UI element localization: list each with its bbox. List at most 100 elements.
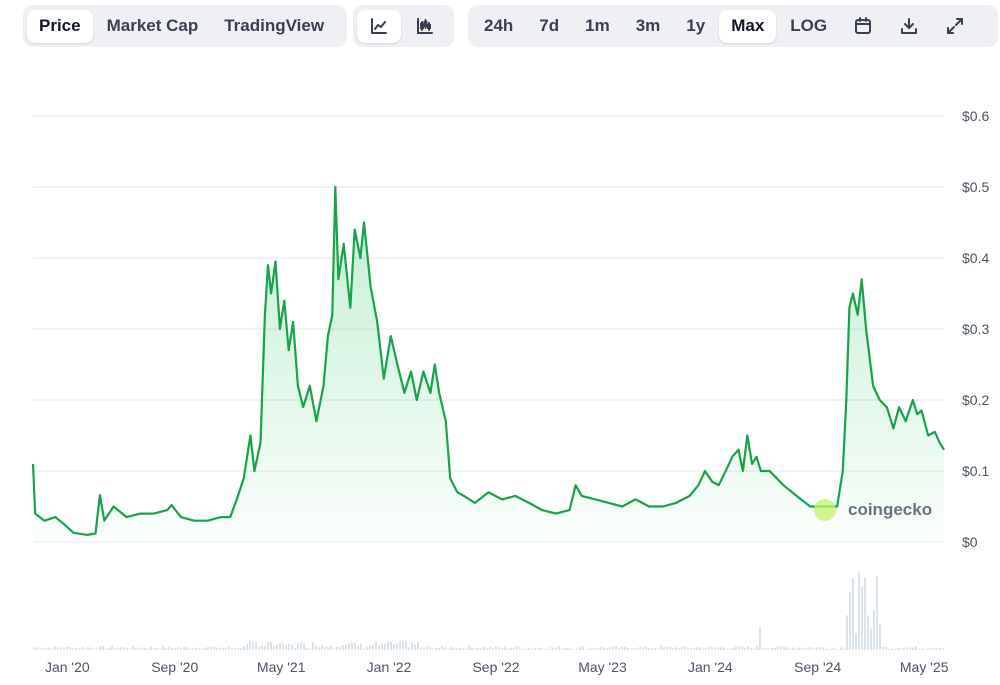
volume-bar xyxy=(933,648,935,650)
price-chart[interactable]: $0 $0.1 $0.2 $0.3 $0.4 $0.5 $0.6 coingecko Jan… xyxy=(0,0,1000,685)
volume-bar xyxy=(420,647,422,650)
volume-bar xyxy=(423,647,425,650)
volume-bar xyxy=(618,647,620,650)
volume-bar xyxy=(549,646,551,650)
volume-bar xyxy=(120,647,122,650)
volume-bar xyxy=(243,645,245,650)
volume-bar xyxy=(720,647,722,650)
volume-bar xyxy=(915,646,917,650)
volume-bar xyxy=(66,646,68,650)
volume-bar xyxy=(606,648,608,650)
volume-bar xyxy=(519,647,521,650)
volume-bar xyxy=(936,648,938,650)
volume-bar xyxy=(522,648,524,650)
volume-bar xyxy=(888,648,890,650)
volume-bar xyxy=(876,576,878,650)
volume-bar xyxy=(777,646,779,650)
volume-bar xyxy=(765,648,767,650)
volume-bar xyxy=(267,642,269,650)
x-tick-label: Jan '24 xyxy=(688,659,733,675)
volume-bar xyxy=(264,645,266,650)
volume-bar xyxy=(114,648,116,650)
volume-bar xyxy=(816,647,818,650)
volume-bar xyxy=(570,647,572,650)
volume-bar xyxy=(621,646,623,650)
volume-bar xyxy=(174,648,176,650)
volume-bar xyxy=(840,647,842,650)
volume-bar xyxy=(375,641,377,650)
volume-bar xyxy=(231,647,233,650)
volume-bar xyxy=(129,648,131,650)
volume-bar xyxy=(162,646,164,650)
volume-bar xyxy=(378,644,380,650)
volume-bar xyxy=(87,647,89,650)
volume-bar xyxy=(597,648,599,650)
volume-bar xyxy=(858,571,860,650)
volume-bar xyxy=(939,648,941,650)
volume-bar xyxy=(150,646,152,650)
volume-bar xyxy=(297,642,299,650)
volume-bar xyxy=(123,646,125,650)
volume-bar xyxy=(693,647,695,650)
volume-bar xyxy=(609,647,611,650)
volume-bar xyxy=(912,647,914,650)
volume-bar xyxy=(546,648,548,650)
volume-bar xyxy=(747,646,749,650)
volume-bar xyxy=(738,646,740,650)
volume-bar xyxy=(513,647,515,650)
volume-bar xyxy=(177,647,179,650)
volume-bar xyxy=(795,648,797,650)
volume-bar xyxy=(924,648,926,650)
volume-bar xyxy=(294,648,296,650)
volume-bar xyxy=(834,647,836,650)
volume-bar xyxy=(99,646,101,650)
volume-bar xyxy=(495,646,497,650)
volume-bar xyxy=(453,648,455,650)
x-tick-label: Jan '20 xyxy=(45,659,90,675)
volume-bar xyxy=(111,646,113,650)
volume-bar xyxy=(585,648,587,650)
volume-bar xyxy=(270,642,272,650)
volume-bar xyxy=(408,647,410,650)
volume-bar xyxy=(501,647,503,650)
volume-bar xyxy=(360,643,362,650)
volume-bar xyxy=(204,647,206,650)
volume-bar xyxy=(39,648,41,650)
volume-bar xyxy=(369,645,371,650)
volume-bar xyxy=(696,647,698,650)
volume-bar xyxy=(72,648,74,650)
volume-bar xyxy=(57,647,59,650)
volume-bar xyxy=(576,648,578,650)
y-tick-label: $0.6 xyxy=(962,108,989,124)
volume-bar xyxy=(657,648,659,650)
volume-bar xyxy=(363,648,365,650)
volume-bar xyxy=(450,646,452,650)
volume-bar xyxy=(69,647,71,650)
volume-bar xyxy=(873,609,875,650)
volume-bar xyxy=(132,646,134,650)
volume-bar xyxy=(399,641,401,650)
volume-bar xyxy=(819,647,821,650)
volume-bar xyxy=(837,648,839,650)
volume-bar xyxy=(654,648,656,650)
volume-bar xyxy=(324,646,326,650)
y-axis-labels: $0 $0.1 $0.2 $0.3 $0.4 $0.5 $0.6 xyxy=(962,108,989,550)
volume-bar xyxy=(354,643,356,650)
volume-bar xyxy=(615,646,617,650)
volume-bar xyxy=(165,648,167,650)
volume-bar xyxy=(213,646,215,650)
volume-bar xyxy=(660,646,662,650)
volume-bar xyxy=(45,647,47,650)
x-tick-label: May '25 xyxy=(900,659,949,675)
volume-bar xyxy=(282,642,284,650)
volume-bar xyxy=(690,647,692,650)
watermark-text: coingecko xyxy=(848,500,932,519)
y-tick-label: $0.5 xyxy=(962,179,989,195)
volume-bar xyxy=(756,646,758,650)
volume-bar xyxy=(417,642,419,650)
volume-bar xyxy=(144,648,146,650)
x-tick-label: Sep '20 xyxy=(151,659,198,675)
volume-bars xyxy=(33,571,944,650)
volume-bar xyxy=(477,647,479,650)
volume-bar xyxy=(594,647,596,650)
